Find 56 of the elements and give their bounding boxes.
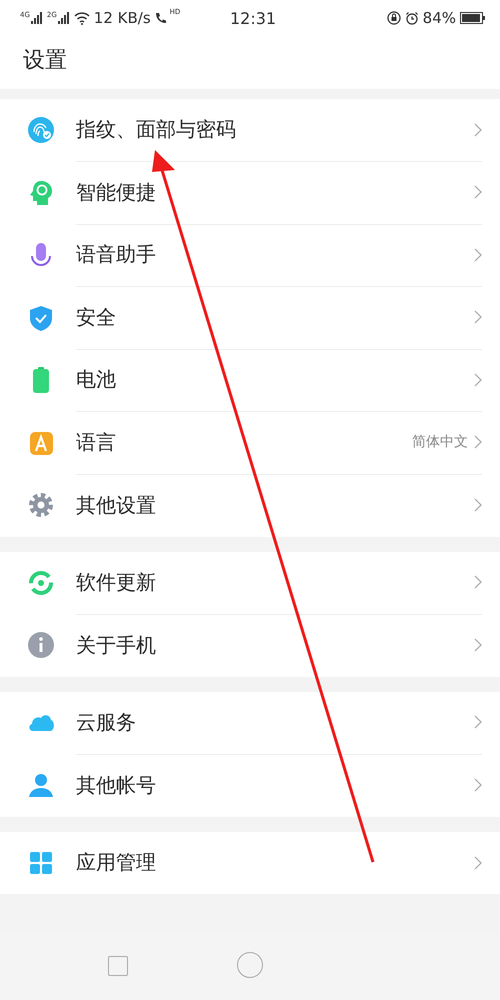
page-title: 设置 bbox=[23, 47, 67, 75]
item-label: 软件更新 bbox=[76, 568, 157, 596]
item-label: 关于手机 bbox=[76, 632, 157, 659]
settings-item[interactable]: 语音助手 bbox=[0, 224, 500, 286]
chevron-icon bbox=[474, 856, 482, 870]
item-label: 语音助手 bbox=[76, 241, 157, 268]
item-label: 云服务 bbox=[76, 708, 137, 736]
recents-button[interactable] bbox=[108, 956, 128, 976]
chevron-icon bbox=[474, 715, 482, 730]
chevron-icon bbox=[474, 638, 482, 652]
item-label: 安全 bbox=[76, 304, 117, 331]
settings-icon bbox=[27, 491, 55, 520]
settings-item[interactable]: 应用管理 bbox=[0, 832, 500, 894]
settings-item[interactable]: 关于手机 bbox=[0, 614, 500, 676]
signal-icon bbox=[58, 12, 70, 24]
item-label: 指纹、面部与密码 bbox=[76, 116, 237, 144]
item-label: 其他设置 bbox=[76, 492, 157, 519]
item-label: 电池 bbox=[76, 366, 117, 394]
wifi-icon bbox=[74, 12, 90, 24]
chevron-icon bbox=[474, 778, 482, 792]
chevron-icon bbox=[474, 575, 482, 590]
shield-icon bbox=[27, 304, 55, 332]
fingerprint-icon bbox=[27, 116, 55, 144]
settings-item[interactable]: 指纹、面部与密码 bbox=[0, 99, 500, 162]
home-button[interactable] bbox=[237, 952, 263, 978]
network-speed: 12 KB/s bbox=[94, 9, 151, 27]
settings-item[interactable]: 其他帐号 bbox=[0, 754, 500, 816]
chevron-icon bbox=[474, 122, 482, 137]
rotation-lock-icon bbox=[386, 11, 401, 25]
item-value: 简体中文 bbox=[412, 433, 468, 452]
chevron-icon bbox=[474, 248, 482, 262]
settings-item[interactable]: 电池 bbox=[0, 349, 500, 412]
item-label: 其他帐号 bbox=[76, 772, 157, 799]
settings-item[interactable]: 云服务 bbox=[0, 692, 500, 754]
settings-item[interactable]: 安全 bbox=[0, 286, 500, 349]
chevron-icon bbox=[474, 498, 482, 512]
settings-item[interactable]: 软件更新 bbox=[0, 552, 500, 614]
chevron-icon bbox=[474, 435, 482, 450]
info-icon bbox=[27, 631, 55, 660]
clock-time: 12:31 bbox=[230, 8, 276, 28]
chevron-icon bbox=[474, 372, 482, 387]
settings-item[interactable]: 语言 简体中文 bbox=[0, 412, 500, 474]
item-label: 应用管理 bbox=[76, 849, 157, 876]
battery-percentage: 84% bbox=[422, 9, 456, 27]
battery-icon bbox=[460, 12, 486, 24]
phone-icon bbox=[154, 12, 166, 24]
settings-item[interactable]: 其他设置 bbox=[0, 474, 500, 536]
person-icon bbox=[27, 771, 55, 800]
item-label: 智能便捷 bbox=[76, 178, 157, 206]
refresh-icon bbox=[27, 568, 55, 597]
signal-icon bbox=[30, 12, 43, 24]
item-label: 语言 bbox=[76, 428, 117, 456]
head-gear-icon bbox=[27, 178, 55, 207]
chevron-icon bbox=[474, 185, 482, 200]
chevron-icon bbox=[474, 310, 482, 324]
alarm-icon bbox=[404, 11, 419, 25]
